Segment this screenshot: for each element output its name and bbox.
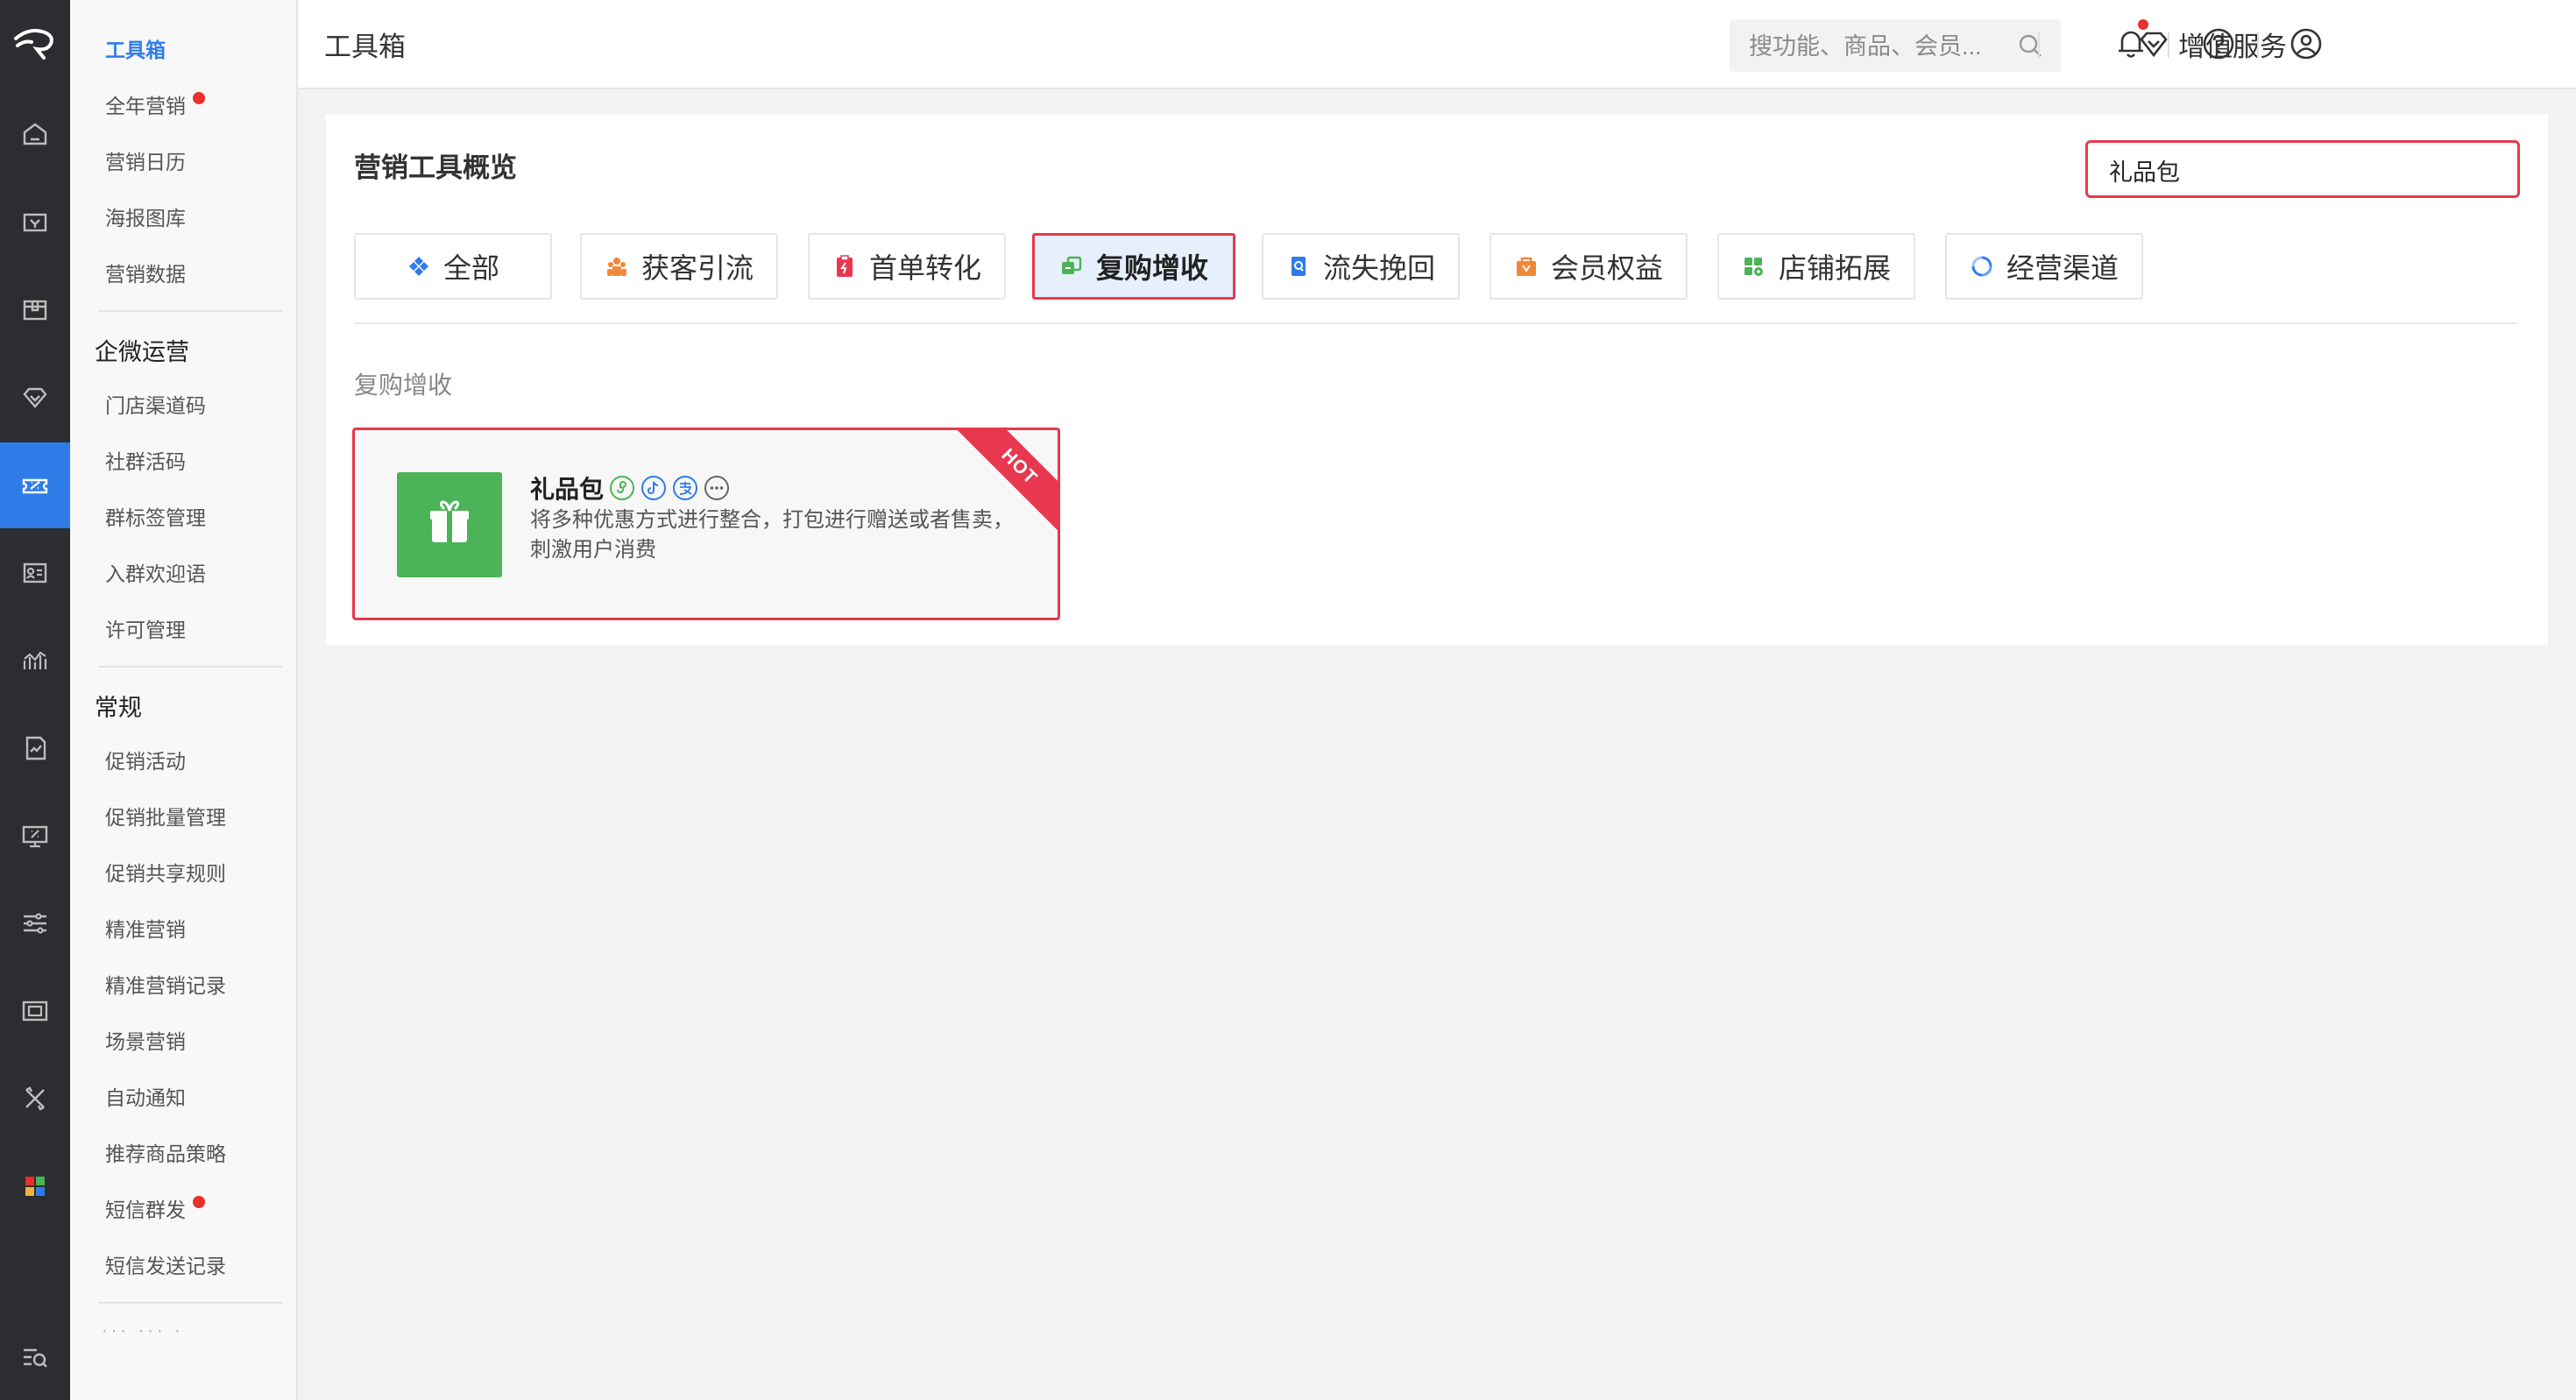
member-icon[interactable] bbox=[0, 355, 70, 441]
new-badge-dot bbox=[193, 92, 205, 104]
subnav-item-marketing-data[interactable]: 营销数据 bbox=[105, 258, 186, 287]
tab-customer-acquisition[interactable]: 获客引流 bbox=[580, 233, 778, 300]
tab-member-benefits[interactable]: 会员权益 bbox=[1490, 233, 1688, 300]
tools-overview-panel: 营销工具概览 全部 获客引流 首单转化 复购增收 流失挽回 会员权益 bbox=[326, 114, 2548, 645]
apps-icon[interactable] bbox=[0, 1143, 70, 1229]
divider bbox=[98, 310, 282, 312]
divider bbox=[2038, 32, 2040, 58]
asset-icon[interactable] bbox=[0, 793, 70, 879]
gift-icon bbox=[397, 472, 502, 577]
miniprogram-icon bbox=[610, 476, 635, 500]
settings-icon[interactable] bbox=[0, 880, 70, 966]
category-heading: 复购增收 bbox=[354, 371, 453, 399]
new-badge-dot bbox=[193, 1196, 205, 1208]
vip-icon bbox=[1516, 257, 1536, 276]
subnav-item[interactable]: 促销活动 bbox=[105, 745, 186, 774]
home-icon[interactable] bbox=[0, 91, 70, 177]
search-menu-icon[interactable] bbox=[0, 1314, 70, 1400]
tab-all[interactable]: 全部 bbox=[354, 233, 552, 300]
marketing-icon[interactable] bbox=[0, 442, 70, 528]
tab-store-expansion[interactable]: 店铺拓展 bbox=[1717, 233, 1915, 300]
tool-search-field[interactable] bbox=[2085, 140, 2520, 198]
top-header: 工具箱 增值服务 bbox=[298, 0, 2576, 89]
people-icon bbox=[606, 258, 626, 276]
repeat-icon bbox=[1061, 256, 1082, 274]
tab-business-channels[interactable]: 经营渠道 bbox=[1945, 233, 2143, 300]
tool-search-input[interactable] bbox=[2107, 143, 2496, 197]
douyin-icon bbox=[641, 476, 667, 500]
bell-icon[interactable] bbox=[2112, 25, 2150, 63]
subnav-item-poster-gallery[interactable]: 海报图库 bbox=[105, 202, 186, 231]
alipay-icon bbox=[673, 476, 698, 500]
divider bbox=[98, 666, 282, 668]
subnav-item[interactable]: 自动通知 bbox=[105, 1081, 186, 1111]
subnav-item[interactable]: 推荐商品策略 bbox=[105, 1137, 226, 1167]
divider bbox=[98, 1302, 282, 1304]
more-channels-icon bbox=[704, 476, 730, 500]
subnav-item[interactable]: 精准营销 bbox=[105, 913, 186, 943]
subnav-group-title: 常规 bbox=[95, 695, 142, 721]
tool-name: 礼品包 bbox=[530, 470, 730, 506]
store-icon bbox=[1744, 258, 1763, 276]
tab-first-order[interactable]: 首单转化 bbox=[808, 233, 1006, 300]
left-rail bbox=[0, 0, 70, 1400]
subnav-item-sms-broadcast[interactable]: 短信群发 bbox=[105, 1193, 205, 1223]
logo-icon[interactable] bbox=[0, 0, 70, 88]
subnav-more-cutoff: ··· ··· · bbox=[102, 1321, 184, 1340]
secondary-sidebar: 工具箱 全年营销 营销日历 海报图库 营销数据 企微运营 门店渠道码 社群活码 … bbox=[70, 0, 298, 1400]
report-icon[interactable] bbox=[0, 705, 70, 791]
subnav-item[interactable]: 场景营销 bbox=[105, 1025, 186, 1055]
customer-icon[interactable] bbox=[0, 530, 70, 616]
tool-card-gift-pack[interactable]: 礼品包 将多种优惠方式进行整合，打包进行赠送或者售卖，刺激用户消费 HOT bbox=[352, 428, 1060, 620]
subnav-item[interactable]: 许可管理 bbox=[105, 613, 186, 643]
subnav-item[interactable]: 精准营销记录 bbox=[105, 969, 226, 999]
shop-icon[interactable] bbox=[0, 180, 70, 265]
goods-icon[interactable] bbox=[0, 267, 70, 353]
page-title: 工具箱 bbox=[324, 32, 406, 62]
user-icon[interactable] bbox=[2287, 25, 2325, 63]
tab-churn-recovery[interactable]: 流失挽回 bbox=[1262, 233, 1460, 300]
tools-icon[interactable] bbox=[0, 1056, 70, 1142]
subnav-item[interactable]: 入群欢迎语 bbox=[105, 557, 206, 587]
grid-icon bbox=[408, 257, 428, 276]
notification-dot bbox=[2138, 19, 2148, 30]
subnav-item[interactable]: 门店渠道码 bbox=[105, 389, 206, 419]
subnav-item-annual-marketing[interactable]: 全年营销 bbox=[105, 89, 205, 119]
subnav-item[interactable]: 促销共享规则 bbox=[105, 857, 226, 887]
subnav-item[interactable]: 促销批量管理 bbox=[105, 801, 226, 831]
subnav-item[interactable]: 群标签管理 bbox=[105, 501, 206, 531]
global-search[interactable] bbox=[1730, 19, 2061, 74]
tab-repurchase[interactable]: 复购增收 bbox=[1032, 233, 1235, 300]
divider bbox=[354, 322, 2518, 324]
channel-cycle-icon bbox=[1971, 256, 1992, 277]
clipboard-icon bbox=[836, 255, 853, 277]
divider bbox=[2168, 32, 2169, 58]
data-icon[interactable] bbox=[0, 618, 70, 704]
subnav-item-toolbox[interactable]: 工具箱 bbox=[105, 33, 166, 63]
help-icon[interactable] bbox=[2199, 25, 2238, 63]
global-search-input[interactable] bbox=[1747, 19, 2013, 74]
section-title: 营销工具概览 bbox=[354, 152, 517, 183]
subnav-item[interactable]: 社群活码 bbox=[105, 445, 186, 475]
recover-icon bbox=[1291, 257, 1306, 276]
tool-description: 将多种优惠方式进行整合，打包进行赠送或者售卖，刺激用户消费 bbox=[530, 508, 1014, 562]
subnav-item-marketing-calendar[interactable]: 营销日历 bbox=[105, 145, 186, 175]
channel-icon[interactable] bbox=[0, 968, 70, 1054]
subnav-item[interactable]: 短信发送记录 bbox=[105, 1249, 226, 1279]
divider bbox=[2257, 32, 2259, 58]
subnav-group-title: 企微运营 bbox=[95, 339, 189, 365]
